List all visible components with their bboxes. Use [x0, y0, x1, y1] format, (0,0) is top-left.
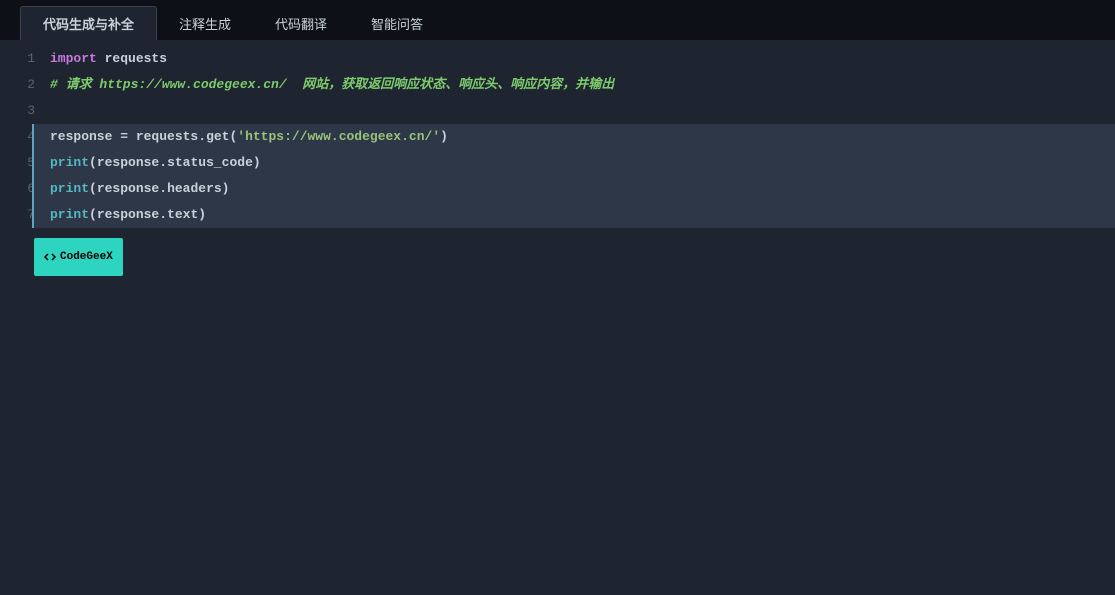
- line-number: 2: [0, 72, 35, 98]
- tab-code-translation[interactable]: 代码翻译: [253, 6, 349, 40]
- line-number: 4: [0, 124, 35, 150]
- tab-bar: 代码生成与补全 注释生成 代码翻译 智能问答: [0, 0, 1115, 40]
- code-line-suggested: print(response.status_code): [32, 150, 1115, 176]
- code-line: # 请求 https://www.codegeex.cn/ 网站，获取返回响应状…: [50, 72, 1115, 98]
- line-number: 5: [0, 150, 35, 176]
- tab-code-generation[interactable]: 代码生成与补全: [20, 6, 157, 40]
- code-line: import requests: [50, 46, 1115, 72]
- tab-comment-generation[interactable]: 注释生成: [157, 6, 253, 40]
- code-line-suggested: print(response.headers): [32, 176, 1115, 202]
- line-number: 3: [0, 98, 35, 124]
- line-number: 7: [0, 202, 35, 228]
- code-line-suggested: response = requests.get('https://www.cod…: [32, 124, 1115, 150]
- line-number: 1: [0, 46, 35, 72]
- code-line-suggested: print(response.text): [32, 202, 1115, 228]
- code-line: [50, 98, 1115, 124]
- code-editor[interactable]: 1 2 3 4 5 6 7 import requests # 请求 https…: [0, 40, 1115, 276]
- badge-label: CodeGeeX: [60, 244, 113, 270]
- code-content[interactable]: import requests # 请求 https://www.codegee…: [50, 40, 1115, 276]
- tab-qa[interactable]: 智能问答: [349, 6, 445, 40]
- code-icon: [44, 251, 56, 263]
- line-number: 6: [0, 176, 35, 202]
- codegeex-badge[interactable]: CodeGeeX: [34, 238, 123, 276]
